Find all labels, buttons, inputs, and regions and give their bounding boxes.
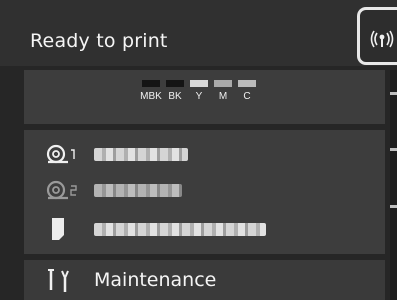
ink-level-bar: [166, 80, 184, 87]
ink-level-bar: [238, 80, 256, 87]
media-row-roll-1[interactable]: [46, 143, 188, 165]
ink-label: C: [243, 91, 251, 102]
maintenance-label: Maintenance: [94, 269, 217, 291]
ink-m: M: [214, 80, 232, 102]
media-type-text: [94, 222, 266, 236]
media-type-text: [94, 147, 188, 161]
roll-2-icon: [46, 180, 77, 200]
ink-label: M: [218, 91, 228, 102]
media-row-roll-2[interactable]: [46, 179, 182, 201]
ink-level-bar: [142, 80, 160, 87]
ink-label: BK: [168, 91, 182, 102]
cut-sheet-icon: [52, 218, 64, 240]
ink-mbk: MBK: [140, 80, 162, 102]
roll-1-icon: [46, 144, 75, 164]
maintenance-button[interactable]: Maintenance: [24, 260, 385, 300]
ink-bk: BK: [166, 80, 184, 102]
ink-y: Y: [190, 80, 208, 102]
ink-levels-panel[interactable]: MBK BK Y M C: [24, 70, 385, 124]
scroll-indicator: [390, 92, 397, 95]
status-title: Ready to print: [30, 30, 168, 52]
wifi-icon: [370, 30, 394, 48]
status-bar: Ready to print: [0, 0, 397, 66]
media-type-text: [94, 183, 182, 197]
ink-level-bar: [190, 80, 208, 87]
scroll-indicator: [390, 205, 397, 208]
media-panel[interactable]: [24, 130, 385, 254]
ink-level-bar: [214, 80, 232, 87]
scroll-indicator: [390, 148, 397, 151]
ink-label: Y: [195, 91, 203, 102]
maintenance-icon: [48, 269, 69, 292]
media-row-cut-sheet[interactable]: [46, 218, 266, 240]
ink-c: C: [238, 80, 256, 102]
ink-label: MBK: [140, 91, 162, 102]
network-button[interactable]: [357, 7, 397, 65]
printer-home-screen: Ready to print MBK BK Y M C Maintenance: [0, 0, 397, 300]
scrollbar[interactable]: [390, 70, 397, 300]
